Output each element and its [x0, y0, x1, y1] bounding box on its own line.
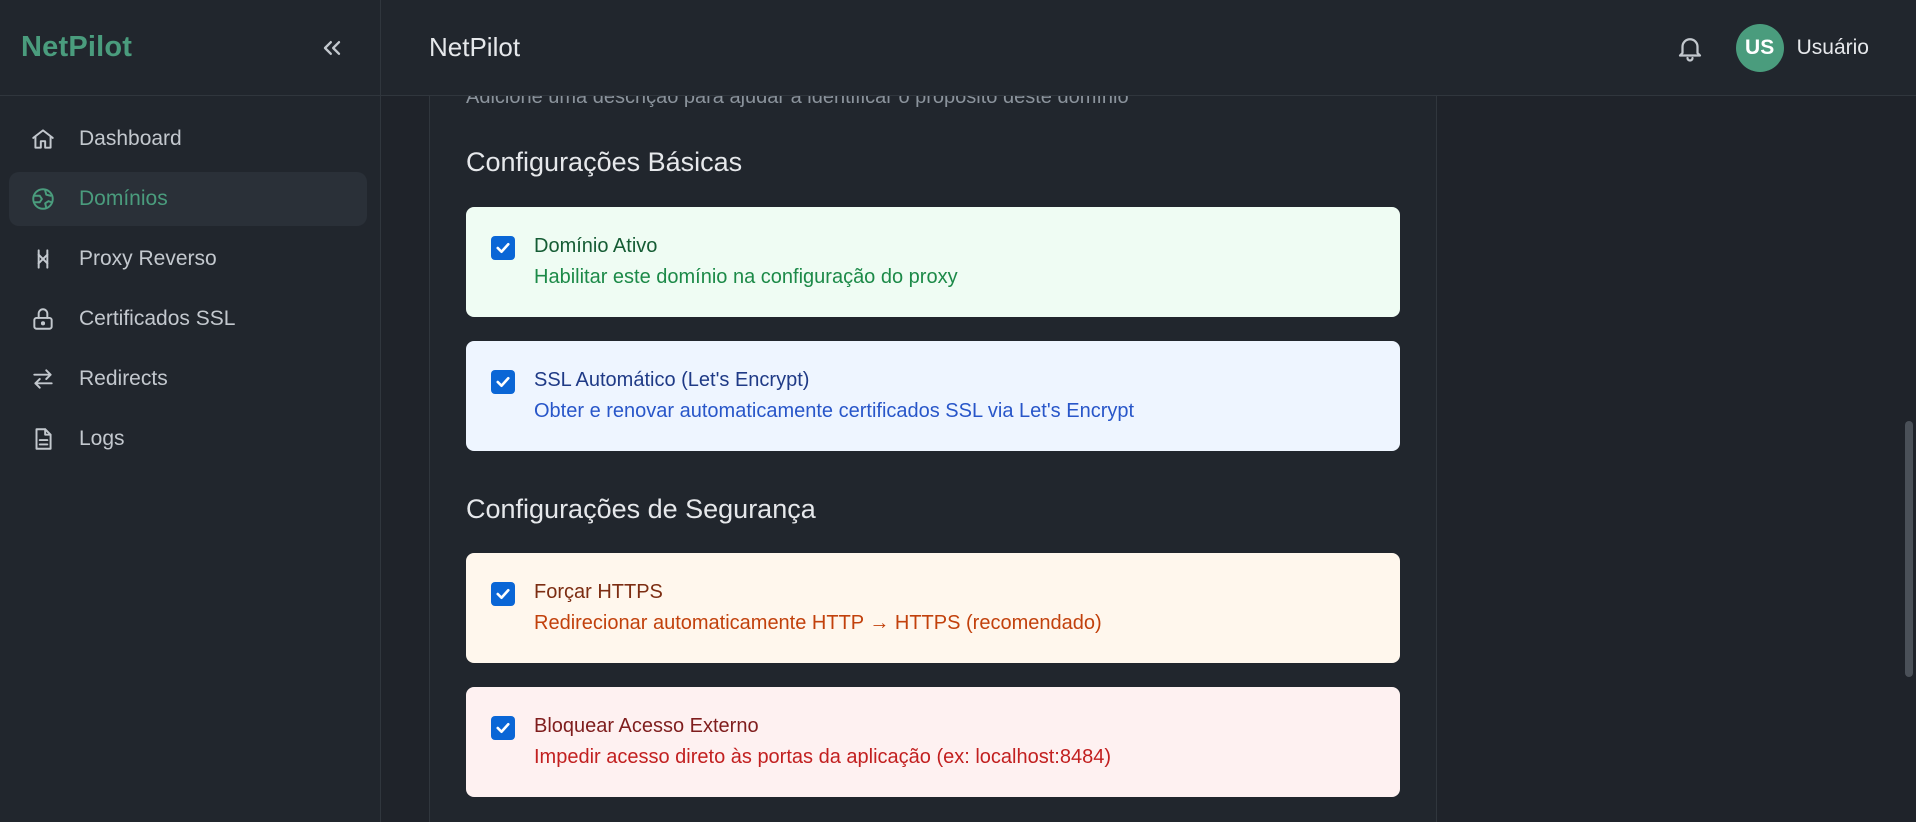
sidebar: NetPilot Dashboard Domínios Proxy Revers… — [0, 0, 381, 822]
ssl-automatico-checkbox[interactable] — [491, 370, 515, 394]
proxy-icon — [29, 245, 57, 273]
sidebar-item-label: Redirects — [79, 367, 168, 390]
dominio-ativo-checkbox[interactable] — [491, 236, 515, 260]
brand-logo[interactable]: NetPilot — [21, 31, 132, 64]
check-icon — [496, 722, 510, 734]
sidebar-item-label: Logs — [79, 427, 125, 450]
sidebar-item-label: Certificados SSL — [79, 307, 236, 330]
sidebar-item-label: Dashboard — [79, 127, 182, 150]
sidebar-item-label: Proxy Reverso — [79, 247, 217, 270]
globe-icon — [29, 185, 57, 213]
option-description: Habilitar este domínio na configuração d… — [534, 266, 958, 288]
sidebar-item-logs[interactable]: Logs — [9, 412, 367, 466]
lock-icon — [29, 305, 57, 333]
option-ssl-automatico[interactable]: SSL Automático (Let's Encrypt) Obter e r… — [466, 341, 1400, 451]
notifications-button[interactable] — [1673, 31, 1707, 65]
sidebar-item-label: Domínios — [79, 187, 168, 210]
home-icon — [29, 125, 57, 153]
double-chevron-left-icon — [323, 40, 341, 55]
scrollbar[interactable] — [1902, 96, 1916, 822]
topbar-actions: US Usuário — [1673, 23, 1869, 72]
option-description: Redirecionar automaticamente HTTP → HTTP… — [534, 612, 1102, 634]
security-settings-title: Configurações de Segurança — [466, 494, 816, 524]
check-icon — [496, 242, 510, 254]
description-hint: Adicione uma descrição para ajudar a ide… — [466, 96, 1129, 108]
check-icon — [496, 588, 510, 600]
sidebar-item-certificados-ssl[interactable]: Certificados SSL — [9, 292, 367, 346]
basic-settings-title: Configurações Básicas — [466, 147, 743, 177]
sidebar-item-proxy-reverso[interactable]: Proxy Reverso — [9, 232, 367, 286]
option-description: Impedir acesso direto às portas da aplic… — [534, 746, 1111, 768]
avatar[interactable]: US — [1735, 23, 1784, 72]
scrollbar-thumb[interactable] — [1905, 421, 1913, 677]
sidebar-item-dashboard[interactable]: Dashboard — [9, 112, 367, 166]
check-icon — [496, 376, 510, 388]
option-description: Obter e renovar automaticamente certific… — [534, 400, 1135, 422]
collapse-sidebar-button[interactable] — [314, 30, 350, 66]
sidebar-nav: Dashboard Domínios Proxy Reverso Certifi… — [0, 96, 380, 466]
bloquear-acesso-checkbox[interactable] — [491, 716, 515, 740]
user-name[interactable]: Usuário — [1797, 36, 1869, 60]
bell-icon — [1678, 37, 1701, 62]
sidebar-item-redirects[interactable]: Redirects — [9, 352, 367, 406]
option-bloquear-acesso-externo[interactable]: Bloquear Acesso Externo Impedir acesso d… — [466, 687, 1400, 797]
option-title: SSL Automático (Let's Encrypt) — [534, 369, 810, 391]
file-icon — [29, 425, 57, 453]
arrows-icon — [29, 365, 57, 393]
forcar-https-checkbox[interactable] — [491, 582, 515, 606]
option-forcar-https[interactable]: Forçar HTTPS Redirecionar automaticament… — [466, 553, 1400, 663]
domain-form-card: Adicione uma descrição para ajudar a ide… — [429, 96, 1437, 822]
sidebar-item-dominios[interactable]: Domínios — [9, 172, 367, 226]
option-title: Bloquear Acesso Externo — [534, 715, 759, 737]
main-content: Adicione uma descrição para ajudar a ide… — [381, 96, 1916, 822]
sidebar-header: NetPilot — [0, 0, 380, 96]
user-menu[interactable]: US Usuário — [1735, 23, 1869, 72]
option-dominio-ativo[interactable]: Domínio Ativo Habilitar este domínio na … — [466, 207, 1400, 317]
option-title: Domínio Ativo — [534, 235, 658, 257]
topbar: NetPilot US Usuário — [381, 0, 1916, 96]
option-title: Forçar HTTPS — [534, 581, 663, 603]
page-title: NetPilot — [429, 32, 521, 62]
